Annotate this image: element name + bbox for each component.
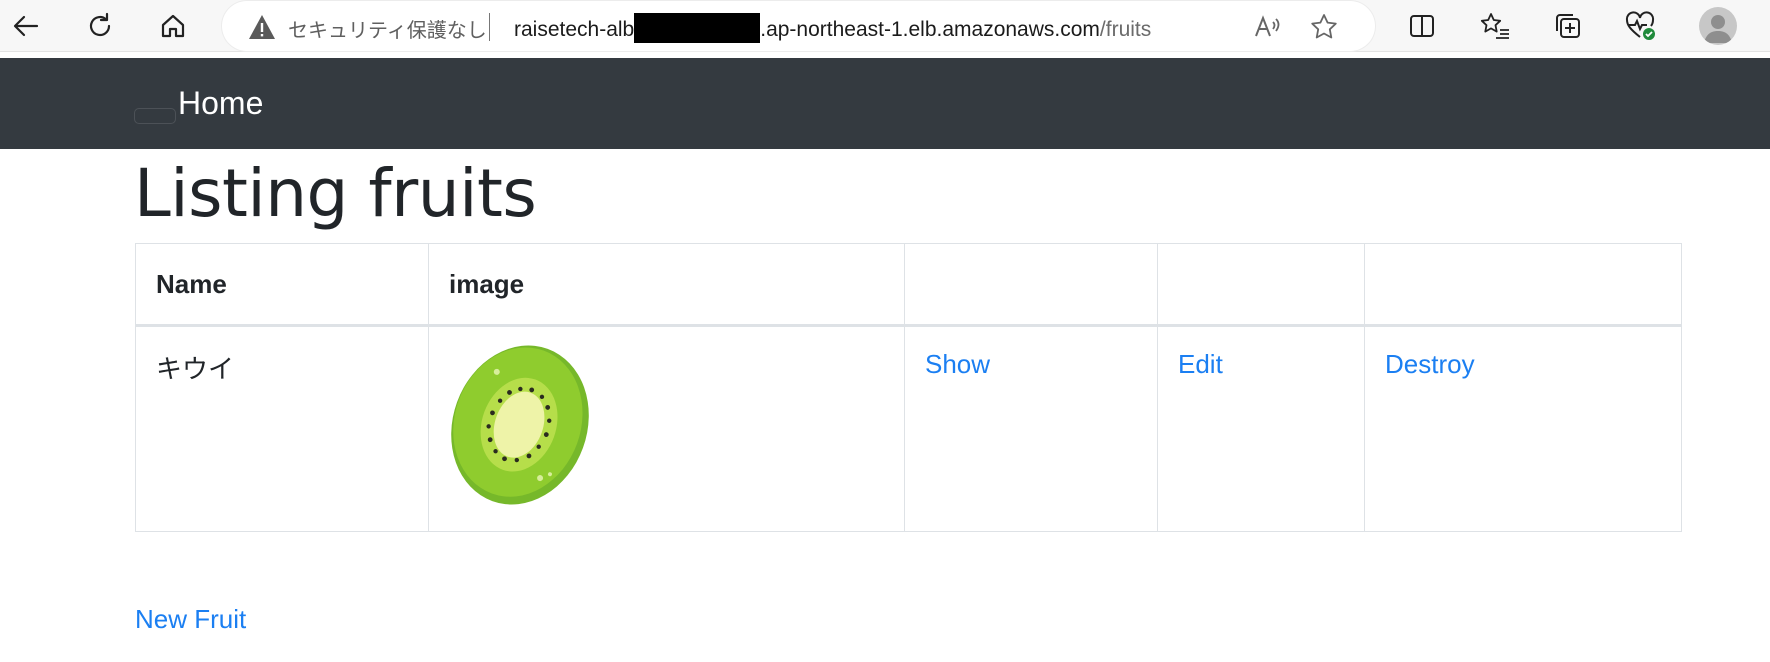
avatar-icon bbox=[1704, 15, 1732, 43]
header-destroy bbox=[1364, 243, 1682, 327]
navbar-home-link[interactable]: Home bbox=[178, 85, 263, 122]
new-fruit-link[interactable]: New Fruit bbox=[135, 604, 246, 635]
read-aloud-button[interactable] bbox=[1252, 11, 1284, 43]
collections-icon bbox=[1556, 14, 1580, 38]
page-title: Listing fruits bbox=[134, 155, 537, 232]
show-link[interactable]: Show bbox=[925, 349, 990, 379]
header-edit bbox=[1157, 243, 1365, 327]
home-button[interactable] bbox=[153, 6, 193, 46]
home-icon bbox=[161, 14, 185, 38]
url-path: /fruits bbox=[1099, 18, 1152, 41]
split-screen-button[interactable] bbox=[1402, 6, 1442, 46]
url-redaction bbox=[634, 13, 761, 43]
cell-edit: Edit bbox=[1157, 325, 1365, 532]
security-status-label[interactable]: セキュリティ保護なし bbox=[288, 14, 487, 43]
favorite-star-icon bbox=[1311, 14, 1337, 39]
back-button[interactable] bbox=[6, 6, 46, 46]
profile-avatar[interactable] bbox=[1699, 7, 1737, 45]
edit-link[interactable]: Edit bbox=[1178, 349, 1223, 379]
warning-icon[interactable] bbox=[248, 14, 276, 45]
cell-fruit-name: キウイ bbox=[135, 325, 429, 532]
collections-button[interactable] bbox=[1548, 6, 1588, 46]
refresh-icon bbox=[89, 12, 111, 37]
browser-toolbar: セキュリティ保護なし raisetech-alb .ap-northeast-1.… bbox=[0, 0, 1770, 52]
fruits-table: Name image キウイ Show Edit Destroy bbox=[135, 243, 1682, 532]
favorite-button[interactable] bbox=[1308, 11, 1340, 43]
table-row: キウイ Show Edit Destroy bbox=[135, 325, 1682, 532]
browser-essentials-icon bbox=[1625, 11, 1655, 40]
favorites-icon bbox=[1480, 13, 1509, 39]
cell-show: Show bbox=[904, 325, 1158, 532]
header-show bbox=[904, 243, 1158, 327]
browser-essentials-button[interactable] bbox=[1621, 6, 1661, 46]
destroy-link[interactable]: Destroy bbox=[1385, 349, 1475, 379]
favorites-button[interactable] bbox=[1475, 6, 1515, 46]
url-text[interactable]: raisetech-alb .ap-northeast-1.elb.amazona… bbox=[514, 13, 1151, 43]
address-separator bbox=[489, 13, 490, 41]
kiwi-image bbox=[451, 345, 589, 505]
split-screen-icon bbox=[1410, 15, 1434, 37]
address-bar[interactable]: セキュリティ保護なし raisetech-alb .ap-northeast-1.… bbox=[222, 1, 1375, 51]
navbar-toggler[interactable] bbox=[134, 108, 176, 124]
read-aloud-icon bbox=[1255, 15, 1280, 37]
url-host-suffix: .ap-northeast-1.elb.amazonaws.com bbox=[760, 18, 1100, 41]
cell-destroy: Destroy bbox=[1364, 325, 1682, 532]
cell-fruit-image bbox=[428, 325, 905, 532]
refresh-button[interactable] bbox=[80, 6, 120, 46]
table-header-row: Name image bbox=[135, 243, 1682, 327]
header-image: image bbox=[428, 243, 905, 327]
navbar: Home bbox=[0, 58, 1770, 149]
back-icon bbox=[13, 15, 39, 37]
url-prefix: raisetech-alb bbox=[514, 18, 635, 41]
header-name: Name bbox=[135, 243, 429, 327]
